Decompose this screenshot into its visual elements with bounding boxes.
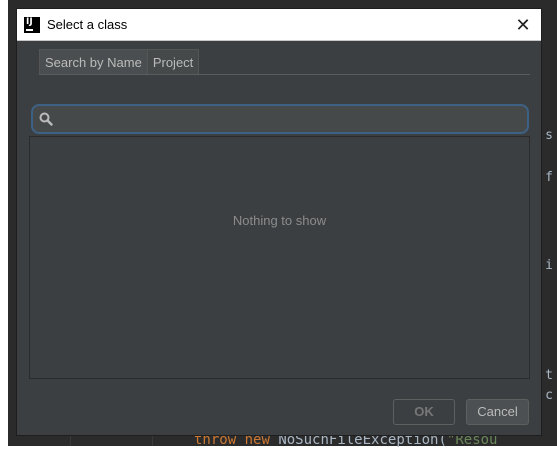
class-result-list[interactable]: Nothing to show bbox=[29, 136, 530, 379]
close-icon: ✕ bbox=[515, 14, 531, 35]
tab-divider bbox=[39, 74, 530, 75]
empty-state-text: Nothing to show bbox=[232, 213, 327, 228]
dialog-titlebar[interactable]: IJ Select a class ✕ bbox=[17, 9, 541, 41]
dialog-title: Select a class bbox=[47, 17, 128, 32]
editor-edge-char: t bbox=[545, 368, 553, 383]
select-class-dialog: IJ Select a class ✕ Search by Name Proje… bbox=[16, 8, 542, 436]
editor-edge-char: s bbox=[545, 128, 553, 143]
search-field[interactable] bbox=[31, 104, 529, 134]
ok-button[interactable]: OK bbox=[393, 399, 455, 425]
editor-edge-char: i bbox=[545, 258, 553, 273]
tab-search-by-name[interactable]: Search by Name bbox=[39, 49, 148, 74]
editor-edge-char: f bbox=[545, 170, 553, 185]
tab-bar: Search by Name Project bbox=[39, 49, 200, 74]
editor-gutter-divider bbox=[70, 436, 71, 446]
editor-gutter-divider bbox=[152, 436, 153, 446]
cancel-button[interactable]: Cancel bbox=[466, 399, 529, 425]
editor-edge-char: c bbox=[545, 388, 553, 403]
close-button[interactable]: ✕ bbox=[511, 13, 535, 37]
intellij-logo-icon: IJ bbox=[24, 17, 40, 33]
search-input[interactable] bbox=[59, 108, 523, 132]
tab-project[interactable]: Project bbox=[147, 49, 200, 74]
search-icon bbox=[39, 112, 53, 126]
